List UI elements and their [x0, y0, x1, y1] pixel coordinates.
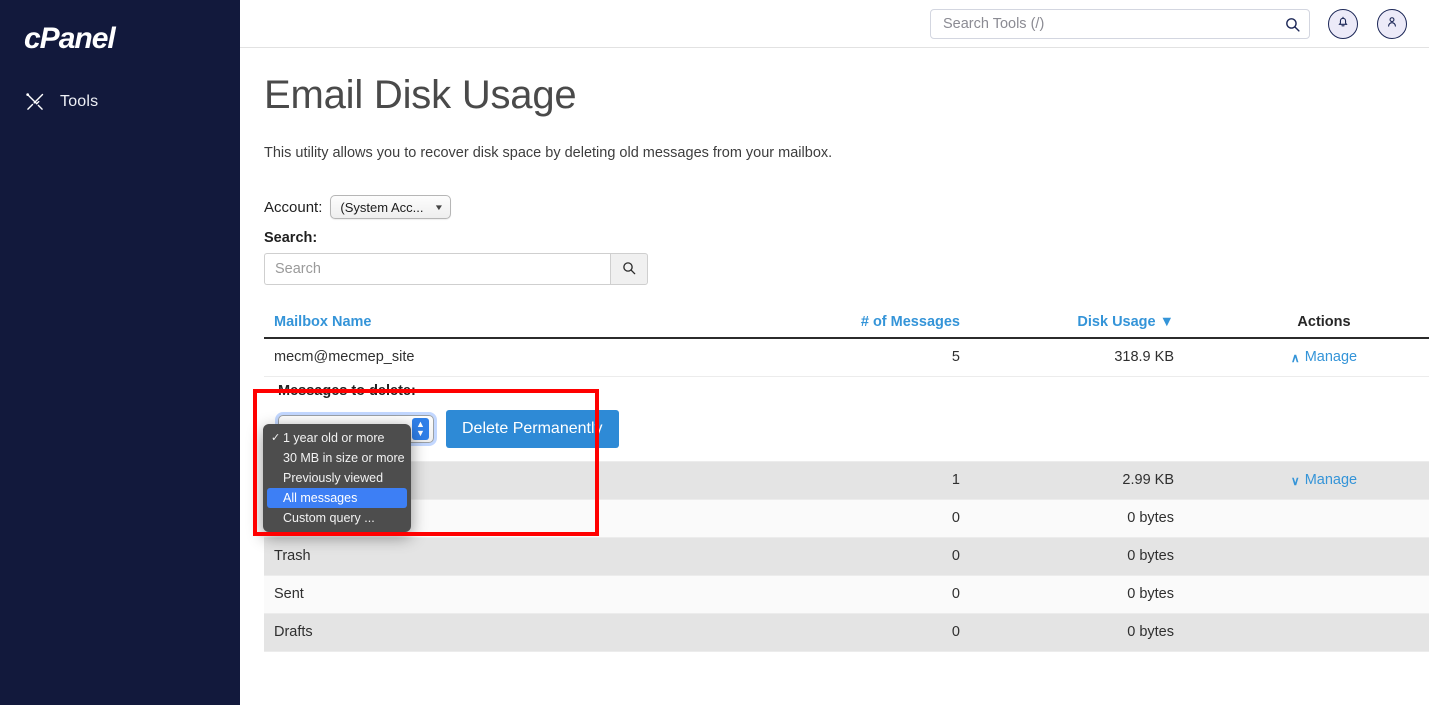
table-row[interactable]: 0 0 bytes: [264, 500, 1429, 538]
cell-disk-usage: 2.99 KB: [1122, 472, 1174, 488]
cell-message-count: 0: [951, 624, 960, 640]
manage-link-label: Manage: [1304, 472, 1358, 488]
cell-actions: ∨ Manage: [1249, 462, 1399, 499]
cell-disk-usage: 0 bytes: [1127, 548, 1174, 564]
cell-message-count: 1: [951, 472, 960, 488]
cell-actions: [1249, 500, 1399, 537]
dropdown-option-previously-viewed[interactable]: Previously viewed: [263, 468, 411, 488]
bell-icon: [1336, 15, 1350, 34]
stepper-down-glyph: ▼: [416, 428, 425, 438]
cell-mailbox-name: Drafts: [274, 624, 313, 640]
delete-permanently-button[interactable]: Delete Permanently: [446, 410, 619, 448]
notifications-button[interactable]: [1328, 9, 1358, 39]
account-select[interactable]: (System Acc... ▼: [330, 195, 452, 219]
sidebar-item-label: Tools: [60, 93, 99, 110]
tools-icon: [24, 91, 46, 113]
dropdown-option-all-messages[interactable]: All messages: [267, 488, 407, 508]
account-selector-row: Account: (System Acc... ▼: [264, 195, 452, 219]
dropdown-option-custom-query[interactable]: Custom query ...: [263, 508, 411, 528]
cell-message-count: 5: [951, 349, 960, 365]
cell-actions: [1249, 614, 1399, 651]
manage-link[interactable]: ∧ Manage: [1291, 339, 1357, 376]
cell-disk-usage: 318.9 KB: [1114, 349, 1174, 365]
column-header-disk-usage[interactable]: Disk Usage ▼: [1044, 314, 1174, 330]
dropdown-option-label: 1 year old or more: [283, 431, 385, 445]
cell-message-count: 0: [951, 548, 960, 564]
mailbox-search-input[interactable]: [264, 253, 610, 285]
sort-descending-icon: ▼: [1159, 314, 1174, 330]
page-description: This utility allows you to recover disk …: [264, 145, 833, 161]
account-select-value: (System Acc...: [340, 199, 424, 215]
mailbox-search-group: [264, 253, 648, 285]
account-label: Account:: [264, 198, 323, 216]
messages-to-delete-label: Messages to delete:: [278, 383, 416, 399]
table-row[interactable]: Drafts 0 0 bytes: [264, 614, 1429, 652]
mailbox-table: Mailbox Name # of Messages Disk Usage ▼ …: [264, 306, 1429, 652]
cell-actions: [1249, 538, 1399, 575]
check-icon: ✓: [271, 432, 281, 444]
page-title: Email Disk Usage: [264, 73, 577, 117]
cell-mailbox-name: Sent: [274, 586, 304, 602]
sidebar-item-tools[interactable]: Tools: [0, 86, 240, 118]
dropdown-option-1-year-old-or-more[interactable]: ✓ 1 year old or more: [263, 428, 411, 448]
dropdown-option-label: Previously viewed: [283, 471, 384, 485]
messages-to-delete-dropdown[interactable]: ✓ 1 year old or more 30 MB in size or mo…: [263, 424, 411, 532]
column-header-mailbox-name[interactable]: Mailbox Name: [274, 314, 372, 330]
manage-panel: Messages to delete: ▲ ▼ Delete Permanent…: [264, 377, 1429, 462]
sidebar: cPanel Tools: [0, 0, 240, 705]
cell-actions: [1249, 576, 1399, 613]
chevron-down-icon: ▼: [434, 202, 445, 212]
dropdown-option-label: 30 MB in size or more: [283, 451, 405, 465]
cell-actions: ∧ Manage: [1249, 339, 1399, 376]
search-input[interactable]: [941, 10, 1275, 38]
dropdown-option-label: Custom query ...: [283, 511, 375, 525]
cell-message-count: 0: [951, 586, 960, 602]
search-label: Search:: [264, 230, 318, 246]
stepper-icon: ▲ ▼: [412, 418, 429, 440]
main-content: Email Disk Usage This utility allows you…: [240, 48, 1429, 705]
table-header-row: Mailbox Name # of Messages Disk Usage ▼ …: [264, 306, 1429, 339]
cell-disk-usage: 0 bytes: [1127, 586, 1174, 602]
table-row[interactable]: mecm@mecmep_site 5 318.9 KB ∧ Manage: [264, 339, 1429, 377]
cell-message-count: 0: [951, 510, 960, 526]
cell-mailbox-name: mecm@mecmep_site: [274, 349, 415, 365]
table-row[interactable]: Trash 0 0 bytes: [264, 538, 1429, 576]
manage-link[interactable]: ∨ Manage: [1291, 462, 1357, 499]
chevron-up-icon: ∧: [1290, 350, 1300, 365]
cell-disk-usage: 0 bytes: [1127, 624, 1174, 640]
cell-disk-usage: 0 bytes: [1127, 510, 1174, 526]
cell-mailbox-name: Trash: [274, 548, 311, 564]
user-account-button[interactable]: [1377, 9, 1407, 39]
cpanel-logo[interactable]: cPanel: [24, 22, 116, 56]
manage-link-label: Manage: [1304, 349, 1358, 365]
column-header-message-count[interactable]: # of Messages: [830, 314, 960, 330]
dropdown-option-30-mb-in-size-or-more[interactable]: 30 MB in size or more: [263, 448, 411, 468]
table-row[interactable]: 1 2.99 KB ∨ Manage: [264, 462, 1429, 500]
user-icon: [1385, 15, 1399, 34]
top-bar: [240, 0, 1429, 48]
chevron-down-icon: ∨: [1290, 473, 1300, 488]
column-header-actions: Actions: [1297, 314, 1351, 330]
search-icon: [621, 260, 637, 279]
dropdown-option-label: All messages: [283, 491, 358, 505]
table-row[interactable]: Sent 0 0 bytes: [264, 576, 1429, 614]
search-icon[interactable]: [1275, 10, 1309, 38]
mailbox-search-button[interactable]: [610, 253, 648, 285]
column-header-disk-usage-label: Disk Usage: [1077, 314, 1156, 330]
global-search[interactable]: [930, 9, 1310, 39]
